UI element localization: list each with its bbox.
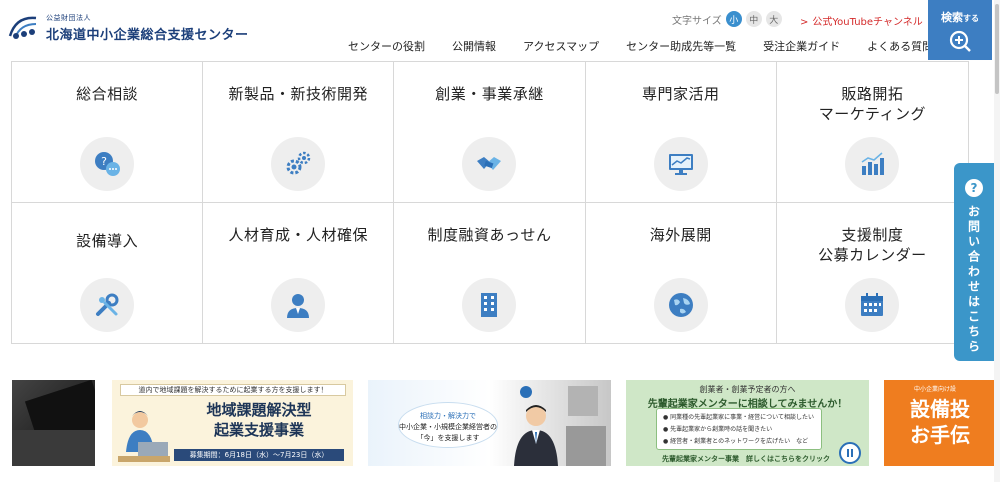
nav-item-faq[interactable]: よくある質問 bbox=[867, 38, 933, 54]
pause-icon bbox=[847, 449, 849, 457]
global-nav: センターの役割 公開情報 アクセスマップ センター助成先等一覧 受注企業ガイド … bbox=[348, 38, 960, 54]
service-new-product-development[interactable]: 新製品・新技術開発 bbox=[203, 62, 395, 203]
chat-bubbles-icon: ? bbox=[80, 137, 135, 191]
banner-equipment-investment[interactable]: 中小企業向け設 設備投 お手伝 bbox=[884, 380, 994, 466]
service-label: 海外展開 bbox=[649, 225, 712, 244]
nav-item-role[interactable]: センターの役割 bbox=[348, 38, 425, 54]
service-label: 創業・事業承継 bbox=[435, 85, 544, 103]
gears-icon bbox=[271, 137, 326, 191]
font-size-medium-button[interactable]: 中 bbox=[745, 11, 762, 27]
service-startup-succession[interactable]: 創業・事業承継 bbox=[394, 62, 586, 203]
logo-subtitle: 公益財団法人 bbox=[46, 14, 91, 22]
banner-line-3: 「今」を支援します bbox=[416, 434, 480, 442]
youtube-link[interactable]: > 公式YouTubeチャンネル bbox=[800, 13, 923, 28]
font-size-switcher: 文字サイズ 小 中 大 bbox=[672, 11, 782, 27]
banner-regional-startup[interactable]: 道内で地域課題を解決するために起業する方を支援します！ 地域課題解決型 起業支援… bbox=[112, 380, 353, 466]
search-label-suffix: する bbox=[963, 14, 979, 23]
banner-line-1: 相談力・解決力で bbox=[420, 412, 476, 420]
service-label: 人材育成・人材確保 bbox=[228, 225, 369, 244]
banner-speech-bubble: 相談力・解決力で 中小企業・小規模企業経営者の 「今」を支援します bbox=[398, 402, 498, 448]
handshake-icon bbox=[462, 137, 517, 191]
banner-mentor-program[interactable]: 創業者・創業予定者の方へ 先輩起業家メンターに相談してみませんか！ ● 同業種の… bbox=[626, 380, 869, 466]
site-header: 公益財団法人 北海道中小企業総合支援センター 文字サイズ 小 中 大 > 公式Yo… bbox=[0, 0, 1000, 62]
service-expert-utilization[interactable]: 専門家活用 bbox=[585, 62, 777, 203]
banner-period: 募集期間：6月18日（水）〜7月23日（水） bbox=[174, 449, 344, 461]
question-icon: ? bbox=[965, 179, 983, 197]
person-icon bbox=[271, 277, 326, 332]
scrollbar-thumb[interactable] bbox=[995, 4, 999, 94]
banner-footer: 先輩起業家メンター事業 詳しくはこちらをクリック bbox=[662, 455, 830, 463]
banner-line-1: 創業者・創業予定者の方へ bbox=[699, 385, 796, 394]
logo-mark-icon bbox=[6, 12, 42, 44]
service-calendar[interactable]: 支援制度 公募カレンダー bbox=[777, 203, 968, 344]
banner-tablet-photo[interactable] bbox=[12, 380, 95, 466]
chevron-right-icon: > bbox=[800, 17, 809, 28]
service-grid: 総合相談 ? 新製品・新技術開発 創業・事業承継 専門家活用 販路開拓 マーケテ… bbox=[11, 61, 969, 344]
carousel-pause-button[interactable] bbox=[839, 442, 861, 464]
businessman-illustration bbox=[508, 400, 564, 466]
service-equipment-introduction[interactable]: 設備導入 bbox=[12, 202, 204, 343]
svg-text:?: ? bbox=[101, 155, 107, 168]
checklist-item: ● 先輩起業家から創業時の話を聞きたい bbox=[663, 426, 773, 433]
search-icon bbox=[948, 29, 972, 53]
service-human-resources[interactable]: 人材育成・人材確保 bbox=[203, 202, 395, 343]
service-label: 新製品・新技術開発 bbox=[228, 85, 369, 103]
service-label: 設備導入 bbox=[76, 231, 139, 250]
service-label: 制度融資あっせん bbox=[427, 225, 552, 244]
checklist-item: ● 同業種の先輩起業家に事業・経営について相談したい bbox=[663, 414, 814, 421]
service-general-consultation[interactable]: 総合相談 ? bbox=[12, 62, 204, 203]
service-marketing[interactable]: 販路開拓 マーケティング bbox=[776, 62, 968, 203]
monitor-chart-icon bbox=[653, 137, 708, 191]
font-size-large-button[interactable]: 大 bbox=[765, 11, 782, 27]
banner-checklist: ● 同業種の先輩起業家に事業・経営について相談したい ● 先輩起業家から創業時の… bbox=[656, 408, 822, 450]
contact-side-tab-label: お問い合わせはこちら bbox=[966, 205, 981, 355]
nav-item-public-info[interactable]: 公開情報 bbox=[452, 38, 496, 54]
logo-title: 北海道中小企業総合支援センター bbox=[46, 28, 249, 43]
checklist-item: ● 経営者・創業者とのネットワークを広げたい など bbox=[663, 438, 809, 445]
banner-title: 設備投 お手伝 bbox=[910, 397, 970, 447]
service-label: 販路開拓 マーケティング bbox=[818, 85, 927, 123]
search-label: 検索 bbox=[941, 11, 963, 24]
building-icon bbox=[462, 277, 517, 332]
bar-chart-icon bbox=[845, 137, 900, 191]
nav-item-contractor-guide[interactable]: 受注企業ガイド bbox=[763, 38, 840, 54]
font-size-label: 文字サイズ bbox=[672, 15, 722, 27]
banner-title: 地域課題解決型 起業支援事業 bbox=[206, 401, 312, 439]
search-button[interactable]: 検索する bbox=[928, 0, 992, 60]
person-laptop-illustration bbox=[118, 402, 170, 462]
service-label: 専門家活用 bbox=[641, 85, 720, 103]
service-financing[interactable]: 制度融資あっせん bbox=[394, 202, 586, 343]
banner-caption: 道内で地域課題を解決するために起業する方を支援します！ bbox=[120, 384, 346, 396]
service-label: 支援制度 公募カレンダー bbox=[818, 225, 927, 264]
globe-icon bbox=[653, 277, 708, 332]
banner-line-2: 中小企業・小規模企業経営者の bbox=[399, 423, 497, 431]
wrench-icon bbox=[80, 277, 135, 332]
nav-item-access-map[interactable]: アクセスマップ bbox=[523, 38, 599, 54]
nav-item-grantees[interactable]: センター助成先等一覧 bbox=[626, 38, 736, 54]
service-label: 総合相談 bbox=[76, 85, 139, 103]
banner-caption: 中小企業向け設 bbox=[914, 386, 957, 393]
youtube-link-label: 公式YouTubeチャンネル bbox=[812, 17, 923, 28]
contact-side-tab[interactable]: ? お問い合わせはこちら bbox=[954, 163, 994, 361]
page-scrollbar[interactable] bbox=[994, 0, 1000, 482]
font-size-small-button[interactable]: 小 bbox=[725, 11, 742, 27]
banner-consultation-support[interactable]: 相談力・解決力で 中小企業・小規模企業経営者の 「今」を支援します bbox=[368, 380, 611, 466]
site-logo[interactable]: 公益財団法人 北海道中小企業総合支援センター bbox=[6, 12, 249, 44]
calendar-icon bbox=[845, 277, 900, 332]
service-overseas-expansion[interactable]: 海外展開 bbox=[586, 202, 777, 343]
